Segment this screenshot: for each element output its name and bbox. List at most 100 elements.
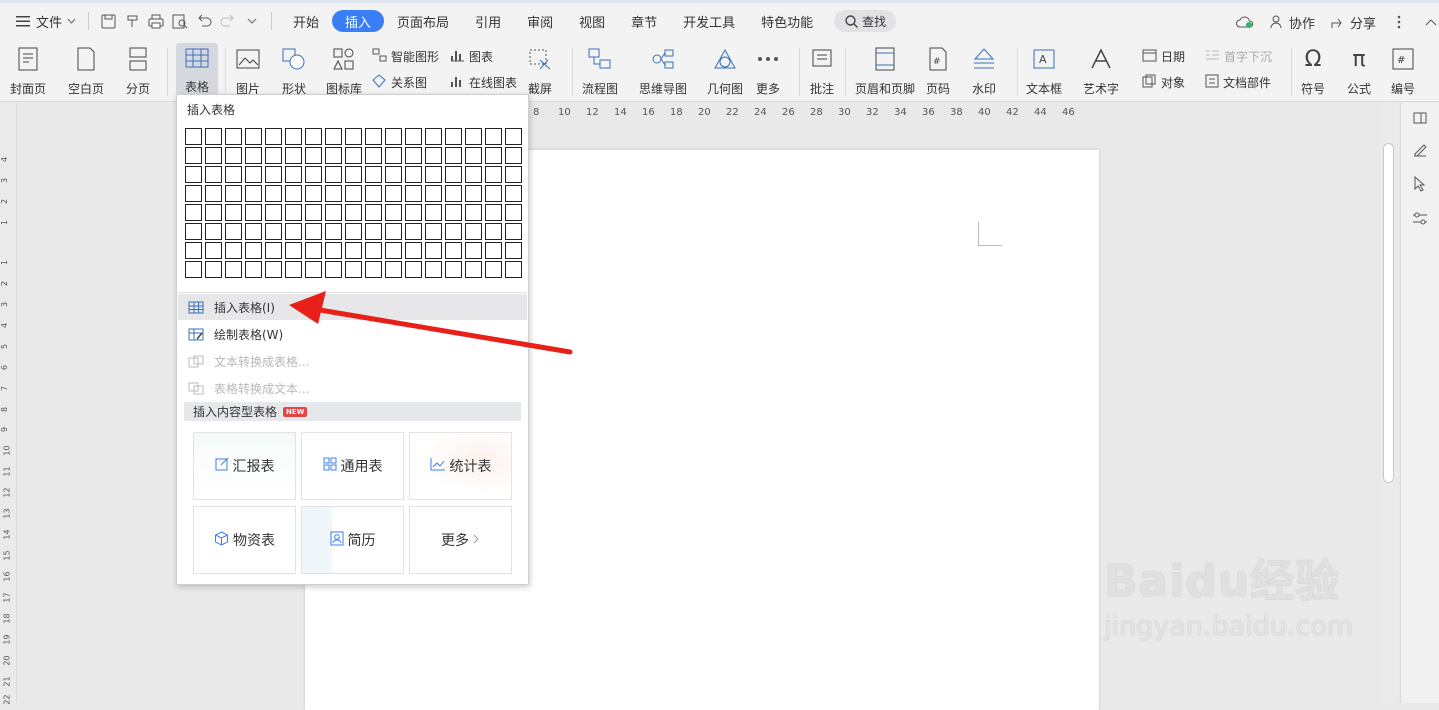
page-number-button[interactable]: # 页码	[925, 46, 951, 97]
table-grid-cell[interactable]	[185, 242, 202, 259]
table-grid-cell[interactable]	[345, 261, 362, 278]
table-size-grid[interactable]	[185, 128, 523, 278]
table-grid-cell[interactable]	[205, 147, 222, 164]
watermark-button[interactable]: 水印	[971, 46, 997, 97]
table-grid-cell[interactable]	[465, 147, 482, 164]
table-grid-cell[interactable]	[405, 242, 422, 259]
table-grid-cell[interactable]	[185, 261, 202, 278]
relation-chart-button[interactable]: 关系图	[372, 74, 427, 91]
collapse-ribbon-icon[interactable]	[1422, 13, 1439, 31]
table-grid-cell[interactable]	[445, 223, 462, 240]
table-grid-cell[interactable]	[265, 204, 282, 221]
table-grid-cell[interactable]	[445, 242, 462, 259]
stats-template-card[interactable]: 统计表	[409, 432, 512, 500]
table-grid-cell[interactable]	[485, 204, 502, 221]
general-template-card[interactable]: 通用表	[301, 432, 404, 500]
table-grid-cell[interactable]	[345, 147, 362, 164]
table-grid-cell[interactable]	[405, 128, 422, 145]
table-grid-cell[interactable]	[325, 185, 342, 202]
table-grid-cell[interactable]	[405, 223, 422, 240]
save-icon[interactable]	[99, 12, 117, 30]
table-grid-cell[interactable]	[445, 166, 462, 183]
material-template-card[interactable]: 物资表	[193, 506, 296, 574]
table-grid-cell[interactable]	[185, 204, 202, 221]
table-grid-cell[interactable]	[345, 166, 362, 183]
table-grid-cell[interactable]	[265, 185, 282, 202]
table-grid-cell[interactable]	[345, 204, 362, 221]
tab-developer[interactable]: 开发工具	[670, 10, 748, 32]
table-grid-cell[interactable]	[465, 223, 482, 240]
table-grid-cell[interactable]	[385, 242, 402, 259]
table-grid-cell[interactable]	[225, 261, 242, 278]
insert-table-menu-item[interactable]: 插入表格(I)	[178, 294, 527, 320]
table-grid-cell[interactable]	[365, 128, 382, 145]
table-grid-cell[interactable]	[225, 242, 242, 259]
collaborate-button[interactable]: 协作	[1268, 10, 1315, 34]
table-grid-cell[interactable]	[465, 261, 482, 278]
table-grid-cell[interactable]	[205, 128, 222, 145]
sidebar-collapse-icon[interactable]	[1409, 107, 1431, 129]
select-cursor-icon[interactable]	[1409, 173, 1431, 195]
tab-special-features[interactable]: 特色功能	[748, 10, 826, 32]
table-grid-cell[interactable]	[425, 128, 442, 145]
tab-chapter[interactable]: 章节	[618, 10, 670, 32]
table-grid-cell[interactable]	[325, 242, 342, 259]
table-grid-cell[interactable]	[285, 128, 302, 145]
tab-references[interactable]: 引用	[462, 10, 514, 32]
tab-home[interactable]: 开始	[280, 10, 332, 32]
tab-view[interactable]: 视图	[566, 10, 618, 32]
header-footer-button[interactable]: 页眉和页脚	[855, 46, 915, 97]
customize-toolbar-icon[interactable]	[243, 12, 261, 30]
table-grid-cell[interactable]	[265, 166, 282, 183]
tab-insert[interactable]: 插入	[332, 10, 385, 32]
table-grid-cell[interactable]	[225, 185, 242, 202]
table-grid-cell[interactable]	[445, 147, 462, 164]
redo-icon[interactable]	[219, 12, 237, 30]
table-grid-cell[interactable]	[345, 242, 362, 259]
table-grid-cell[interactable]	[325, 223, 342, 240]
table-grid-cell[interactable]	[445, 261, 462, 278]
numbering-button[interactable]: # 编号	[1390, 46, 1416, 97]
print-icon[interactable]	[147, 12, 165, 30]
table-to-text-menu-item[interactable]: 表格转换成文本...	[178, 375, 527, 401]
table-grid-cell[interactable]	[245, 223, 262, 240]
textbox-button[interactable]: A 文本框	[1026, 46, 1062, 97]
table-grid-cell[interactable]	[205, 204, 222, 221]
table-grid-cell[interactable]	[465, 242, 482, 259]
table-grid-cell[interactable]	[385, 261, 402, 278]
table-grid-cell[interactable]	[305, 261, 322, 278]
table-grid-cell[interactable]	[225, 147, 242, 164]
table-grid-cell[interactable]	[405, 204, 422, 221]
table-grid-cell[interactable]	[265, 128, 282, 145]
object-button[interactable]: 对象	[1142, 74, 1185, 91]
screenshot-button[interactable]: 截屏	[527, 46, 553, 97]
table-grid-cell[interactable]	[385, 223, 402, 240]
table-grid-cell[interactable]	[285, 242, 302, 259]
table-button[interactable]: 表格	[176, 43, 218, 95]
text-to-table-menu-item[interactable]: 文本转换成表格...	[178, 348, 527, 374]
table-grid-cell[interactable]	[505, 147, 522, 164]
table-grid-cell[interactable]	[505, 128, 522, 145]
table-grid-cell[interactable]	[265, 147, 282, 164]
table-grid-cell[interactable]	[485, 166, 502, 183]
undo-icon[interactable]	[195, 12, 213, 30]
scrollbar-thumb[interactable]	[1383, 143, 1394, 483]
search-button[interactable]: 查找	[834, 10, 897, 32]
table-grid-cell[interactable]	[365, 185, 382, 202]
cover-page-button[interactable]: 封面页	[10, 46, 46, 97]
table-grid-cell[interactable]	[285, 261, 302, 278]
table-grid-cell[interactable]	[245, 128, 262, 145]
table-grid-cell[interactable]	[365, 166, 382, 183]
table-grid-cell[interactable]	[325, 166, 342, 183]
table-grid-cell[interactable]	[485, 147, 502, 164]
table-grid-cell[interactable]	[425, 166, 442, 183]
table-grid-cell[interactable]	[345, 128, 362, 145]
table-grid-cell[interactable]	[245, 166, 262, 183]
online-chart-button[interactable]: 在线图表	[450, 74, 517, 91]
icon-library-button[interactable]: 图标库	[326, 46, 362, 97]
table-grid-cell[interactable]	[205, 242, 222, 259]
smart-art-button[interactable]: 智能图形	[372, 48, 439, 65]
table-grid-cell[interactable]	[225, 223, 242, 240]
table-grid-cell[interactable]	[225, 166, 242, 183]
table-grid-cell[interactable]	[385, 185, 402, 202]
